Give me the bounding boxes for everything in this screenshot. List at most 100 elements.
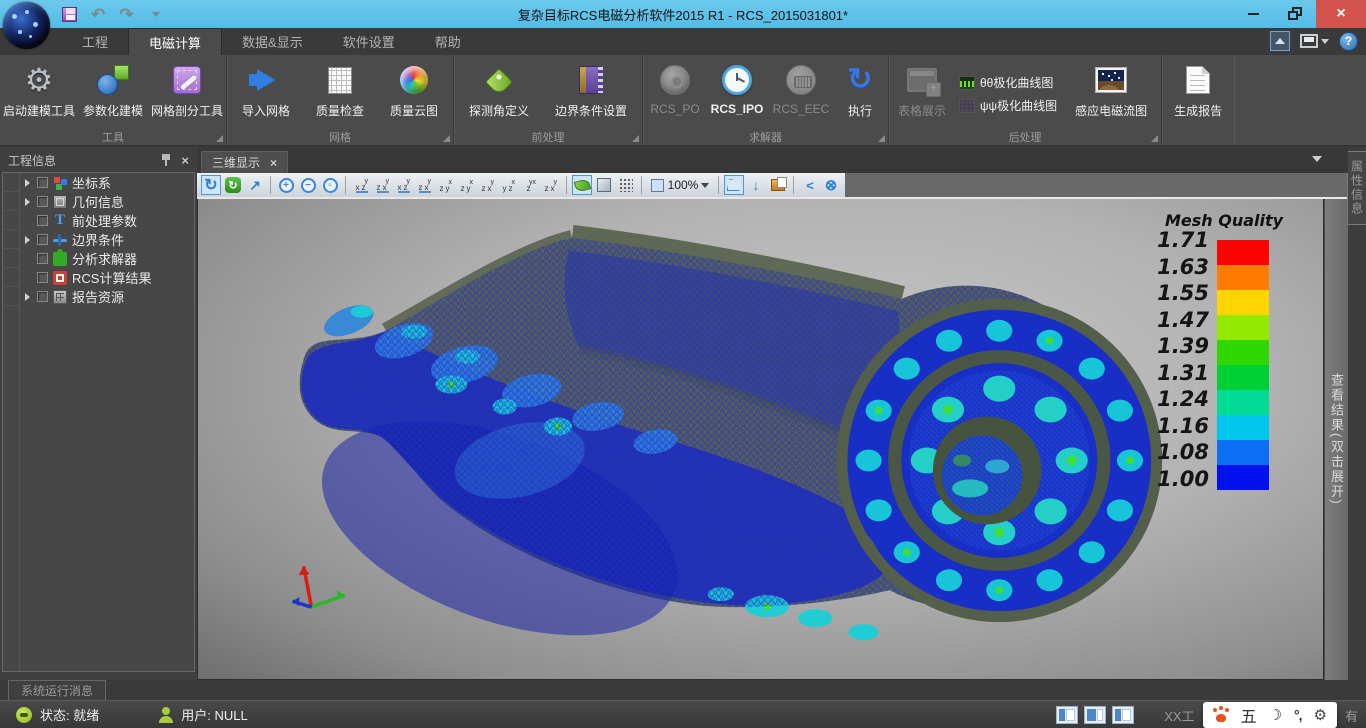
tree-checkbox[interactable] [37, 234, 48, 245]
layout-middle-icon[interactable] [1084, 706, 1106, 724]
pan-view-button[interactable]: ↗ [245, 175, 265, 195]
close-icon[interactable]: × [181, 153, 189, 168]
tree-item[interactable]: RCS计算结果 [20, 268, 194, 287]
axis-view-button[interactable]: y zx [540, 176, 561, 195]
tab-em-computation[interactable]: 电磁计算 [128, 28, 222, 55]
expand-arrow-icon[interactable] [25, 179, 30, 187]
dialog-launcher-icon[interactable] [443, 135, 450, 142]
punctuation-icon[interactable]: °, [1294, 707, 1302, 723]
expand-arrow-icon[interactable] [25, 198, 30, 206]
expand-arrow-icon[interactable] [25, 293, 30, 301]
tab-project[interactable]: 工程 [62, 28, 128, 55]
face-select-button[interactable] [724, 175, 744, 195]
mesh-partition-tool-button[interactable]: 网格剖分工具 [150, 59, 224, 129]
help-icon[interactable]: ? [1339, 32, 1358, 51]
tree-checkbox[interactable] [37, 253, 48, 264]
expand-arrow-icon[interactable] [25, 236, 30, 244]
flat-view-button[interactable] [594, 175, 614, 195]
axis-view-button[interactable]: y xz [393, 176, 414, 195]
tab-3d-display[interactable]: 三维显示 × [201, 151, 288, 173]
copy-view-button[interactable] [768, 175, 788, 195]
tree-item[interactable]: 坐标系 [20, 173, 194, 192]
tree-checkbox[interactable] [37, 177, 48, 188]
tree-checkbox[interactable] [37, 291, 48, 302]
dialog-launcher-icon[interactable] [632, 135, 639, 142]
tree-item[interactable]: 边界条件 [20, 230, 194, 249]
system-messages-tab[interactable]: 系统运行消息 [8, 680, 106, 700]
axis-view-button[interactable]: y zx [372, 176, 393, 195]
parametric-modeling-button[interactable]: 参数化建模 [76, 59, 150, 129]
layout-right-icon[interactable] [1112, 706, 1134, 724]
gear-icon[interactable]: ⚙ [1314, 706, 1327, 724]
display-menu-button[interactable] [1300, 34, 1329, 48]
moon-icon[interactable]: ☽ [1269, 706, 1282, 724]
axis-view-button[interactable]: y xz [351, 176, 372, 195]
dialog-launcher-icon[interactable] [1151, 135, 1158, 142]
layout-left-icon[interactable] [1056, 706, 1078, 724]
properties-panel-tab[interactable]: 属性信息 [1347, 151, 1366, 225]
rcs-ipo-button[interactable]: RCS_IPO [705, 59, 769, 129]
copyright-text: XX工 [1164, 706, 1194, 725]
zoom-in-button[interactable]: + [276, 175, 296, 195]
tree-checkbox[interactable] [37, 215, 48, 226]
paw-icon[interactable] [1213, 708, 1229, 722]
zoom-level-select[interactable]: 100% [647, 175, 713, 195]
tree-checkbox[interactable] [37, 196, 48, 207]
restore-button[interactable] [1274, 0, 1316, 28]
quality-check-button[interactable]: 质量检查 [303, 59, 377, 129]
axis-view-button[interactable]: x yz [498, 176, 519, 195]
axis-view-button[interactable]: x zy [456, 176, 477, 195]
table-icon [907, 68, 937, 92]
collapse-ribbon-icon[interactable] [1270, 31, 1290, 51]
tab-software-settings[interactable]: 软件设置 [323, 28, 415, 55]
app-logo-icon[interactable] [3, 2, 50, 49]
dialog-launcher-icon[interactable] [878, 135, 885, 142]
zoom-out-icon: − [301, 178, 316, 193]
orbit-view-button[interactable]: ↻ [223, 175, 243, 195]
minimize-button[interactable] [1232, 0, 1274, 28]
close-button[interactable]: × [1316, 0, 1366, 28]
cancel-view-button[interactable]: ⊗ [821, 175, 841, 195]
ime-mode-label[interactable]: 五 [1241, 703, 1257, 727]
zoom-window-button[interactable]: ▫ [320, 175, 340, 195]
axis-view-button[interactable]: y zx [477, 176, 498, 195]
tree-item[interactable]: 报告资源 [20, 287, 194, 306]
pin-icon[interactable] [161, 154, 171, 166]
legend-swatch [1217, 265, 1269, 290]
rotate-view-button[interactable]: ↻ [201, 175, 221, 195]
dialog-launcher-icon[interactable] [216, 135, 223, 142]
detection-angle-button[interactable]: 探测角定义 [456, 59, 542, 129]
theta-polarization-plot-button[interactable]: θθ极化曲线图 [959, 74, 1057, 91]
copyright-text: 有 [1345, 706, 1358, 725]
tree-item[interactable]: 分析求解器 [20, 249, 194, 268]
ime-toolbar[interactable]: 五 ☽ °, ⚙ [1203, 702, 1337, 728]
launch-modeling-tool-button[interactable]: ⚙ 启动建模工具 [2, 59, 76, 129]
share-view-button[interactable]: < [799, 175, 819, 195]
results-panel-collapsed-bar[interactable]: 查看结果(双击展开) [1324, 199, 1348, 680]
tab-help[interactable]: 帮助 [415, 28, 481, 55]
import-mesh-button[interactable]: 导入网格 [229, 59, 303, 129]
boundary-condition-button[interactable]: 边界条件设置 [542, 59, 640, 129]
panel-title: 工程信息 [8, 152, 56, 169]
execute-button[interactable]: ↻ 执行 [834, 59, 886, 129]
tree-item[interactable]: 前处理参数 [20, 211, 194, 230]
chevron-down-icon [1321, 39, 1329, 44]
quality-contour-button[interactable]: 质量云图 [377, 59, 451, 129]
tree-checkbox[interactable] [37, 272, 48, 283]
3d-viewport[interactable]: Mesh Quality 1.711.631.551.471.391.311.2… [197, 199, 1324, 680]
points-view-button[interactable] [616, 175, 636, 195]
axis-view-button[interactable]: x zy [435, 176, 456, 195]
close-tab-icon[interactable]: × [270, 156, 277, 170]
tab-data-display[interactable]: 数据&显示 [222, 28, 323, 55]
drop-select-button[interactable]: ↓ [746, 175, 766, 195]
tab-list-caret-icon[interactable] [1312, 156, 1322, 162]
generate-report-button[interactable]: 生成报告 [1164, 59, 1232, 129]
tree-item[interactable]: 几何信息 [20, 192, 194, 211]
shaded-view-button[interactable] [572, 175, 592, 195]
psi-polarization-plot-button[interactable]: ψψ极化曲线图 [959, 97, 1057, 114]
axis-view-button[interactable]: yx z [519, 176, 540, 195]
induced-em-current-button[interactable]: 感应电磁流图 [1063, 59, 1159, 129]
zoom-out-button[interactable]: − [298, 175, 318, 195]
zoom-level-value: 100% [668, 178, 699, 192]
axis-view-button[interactable]: y zx [414, 176, 435, 195]
